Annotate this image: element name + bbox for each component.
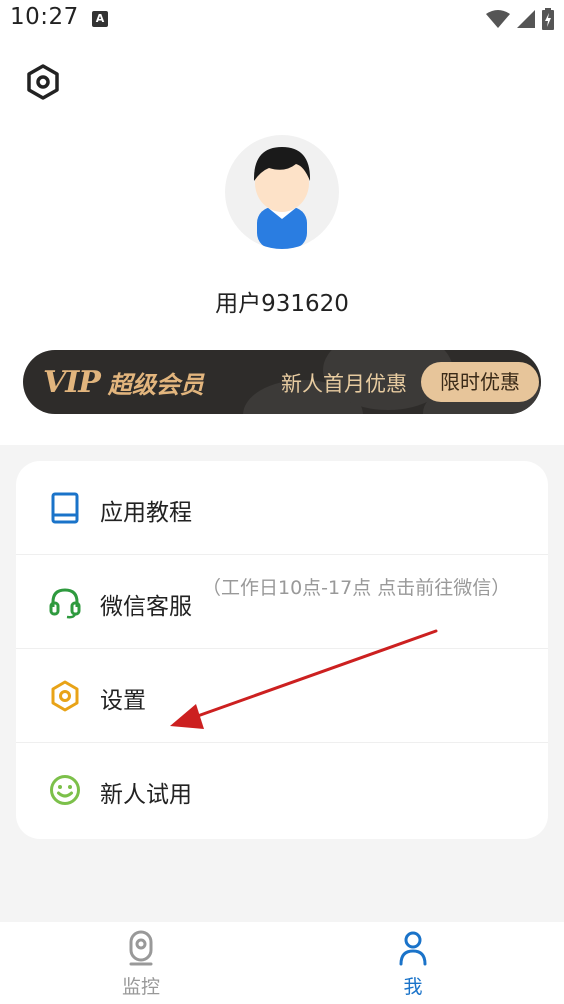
vip-banner[interactable]: VIP 超级会员 新人首月优惠 限时优惠 xyxy=(23,350,541,414)
menu-item-new-user-trial[interactable]: 新人试用 xyxy=(16,743,548,837)
wechat-service-hours-note: （工作日10点-17点 点击前往微信） xyxy=(202,577,511,599)
signal-icon xyxy=(517,10,535,28)
camera-icon xyxy=(129,930,153,966)
tab-me[interactable]: 我 xyxy=(343,922,483,1004)
status-bar: 10:27 A xyxy=(0,0,564,40)
bottom-nav: 监控 我 xyxy=(0,922,564,1004)
tab-label: 我 xyxy=(403,976,423,998)
menu-item-label: 应用教程 xyxy=(100,500,192,526)
status-icons xyxy=(486,8,554,30)
tab-monitor[interactable]: 监控 xyxy=(71,922,211,1004)
menu-item-label: 微信客服 xyxy=(100,594,192,620)
vip-logo-letters: VIP xyxy=(43,364,101,400)
book-icon xyxy=(51,492,79,524)
avatar-illustration xyxy=(253,147,311,249)
settings-icon[interactable] xyxy=(24,63,62,101)
limited-offer-button[interactable]: 限时优惠 xyxy=(421,362,539,402)
person-icon xyxy=(399,931,427,966)
hexagon-settings-icon xyxy=(51,680,79,712)
vip-logo: VIP 超级会员 xyxy=(43,363,204,401)
vip-logo-text: 超级会员 xyxy=(107,370,204,399)
battery-icon xyxy=(542,8,554,30)
tab-label: 监控 xyxy=(121,976,160,998)
menu-item-label: 新人试用 xyxy=(100,782,192,808)
menu-item-label: 设置 xyxy=(100,688,146,714)
menu-item-tutorial[interactable]: 应用教程 xyxy=(16,461,548,555)
wifi-icon xyxy=(486,10,510,28)
vip-promo-text: 新人首月优惠 xyxy=(281,372,407,396)
menu-card: 应用教程 微信客服 设置 新人试用 （工作日10点-17点 点击前往微信） xyxy=(16,461,548,839)
notification-icon: A xyxy=(92,11,108,27)
smiley-icon xyxy=(50,775,80,805)
username: 用户931620 xyxy=(215,291,349,317)
avatar[interactable] xyxy=(225,135,339,249)
headset-icon xyxy=(49,588,81,619)
status-time: 10:27 xyxy=(10,4,79,30)
profile-header: 10:27 A 用户931620 VIP 超级会员 新人首月优惠 限时优惠 xyxy=(0,0,564,445)
menu-item-settings[interactable]: 设置 xyxy=(16,649,548,743)
